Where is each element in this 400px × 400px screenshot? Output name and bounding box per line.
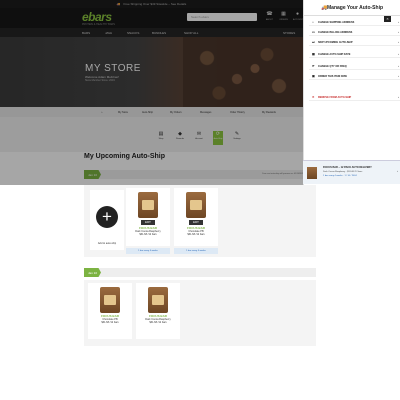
cart-icon: ▣	[312, 74, 315, 78]
ship-frequency[interactable]: 1 bar every 4 weeks	[174, 248, 218, 254]
menu-skip-auto-ship[interactable]: ⏭ SKIP UPCOMING AUTO-SHIP ›	[309, 38, 400, 46]
menu-change-date[interactable]: ▦ CHANGE AUTO-SHIP DATE ›	[309, 50, 400, 58]
chevron-right-icon: ›	[398, 74, 399, 78]
product-card[interactable]: EDIT FOCUS BAR Dark Cocoa Raspberry $31.…	[126, 188, 170, 246]
product-price: $31.68 /12 bars	[187, 233, 205, 236]
chevron-right-icon: ›	[398, 40, 399, 44]
home-icon: ⌂	[312, 20, 314, 24]
skip-icon: ⏭	[312, 40, 315, 44]
product-card[interactable]: FOCUS BAR Dark Cocoa Raspberry $31.68 /1…	[136, 283, 180, 339]
add-card-label: Add to auto-ship	[97, 242, 117, 245]
refresh-icon: ⟳	[312, 64, 315, 68]
modal-overlay[interactable]	[0, 0, 303, 185]
menu-change-shipping-address[interactable]: ⌂ CHANGE SHIPPING ADDRESS ›	[309, 18, 400, 26]
chevron-right-icon: ›	[398, 20, 399, 24]
page-root: 🚚 Free Shipping Over $49 Sitewide – See …	[0, 0, 400, 400]
selected-item-preview[interactable]: FOCUS BAR – 12 PACK AUTO DELIVERY Dark C…	[303, 160, 400, 184]
plus-icon: +	[96, 206, 118, 228]
product-image	[100, 287, 120, 313]
calendar-icon: ▦	[312, 52, 315, 56]
product-price: $31.68 /12 bars	[101, 321, 119, 324]
chevron-right-icon: ›	[398, 30, 399, 34]
manage-auto-ship-panel: 🚚 Manage Your Auto-Ship × ⌂ CHANGE SHIPPI…	[303, 0, 400, 185]
product-image	[148, 287, 168, 313]
menu-remove-auto-ship[interactable]: ✕ REMOVE FROM AUTO-SHIP ›	[309, 93, 400, 101]
card-icon: ▭	[312, 30, 315, 34]
edit-button[interactable]: EDIT	[141, 220, 155, 225]
add-to-auto-ship-card[interactable]: + Add to auto-ship	[90, 190, 124, 250]
menu-order-now[interactable]: ▣ ORDER THIS ITEM NOW ›	[309, 72, 400, 80]
panel-title: Manage Your Auto-Ship	[327, 5, 384, 11]
chevron-right-icon: ›	[398, 52, 399, 56]
preview-schedule: 1 bar every 4 weeks · 1 / 10 / 2024	[323, 175, 357, 177]
section-date-badge: Jan 10	[84, 268, 102, 277]
product-thumbnail	[307, 167, 317, 179]
product-price: $31.68 /12 bars	[149, 321, 167, 324]
menu-change-qty-freq[interactable]: ⟳ CHANGE QTY OR FREQ ›	[309, 62, 400, 70]
chevron-right-icon: ›	[397, 169, 398, 173]
section-header-2: Jan 10	[84, 268, 316, 277]
edit-button[interactable]: EDIT	[189, 220, 203, 225]
chevron-right-icon: ›	[398, 95, 399, 99]
product-card[interactable]: FOCUS BAR Chocolate PB $31.68 /12 bars	[88, 283, 132, 339]
panel-header: 🚚 Manage Your Auto-Ship	[304, 0, 400, 16]
product-image	[138, 192, 158, 218]
chevron-right-icon: ›	[398, 64, 399, 68]
preview-details: Dark Cocoa Raspberry · $31.68 /12 bars	[323, 171, 363, 173]
product-image	[186, 192, 206, 218]
menu-change-billing-address[interactable]: ▭ CHANGE BILLING ADDRESS ›	[309, 28, 400, 36]
product-price: $31.68 /12 bars	[139, 233, 157, 236]
product-card[interactable]: EDIT FOCUS BAR Chocolate PB $31.68 /12 b…	[174, 188, 218, 246]
preview-title: FOCUS BAR – 12 PACK AUTO DELIVERY	[323, 166, 372, 169]
trash-icon: ✕	[312, 95, 315, 99]
ship-frequency[interactable]: 1 bar every 4 weeks	[126, 248, 170, 254]
